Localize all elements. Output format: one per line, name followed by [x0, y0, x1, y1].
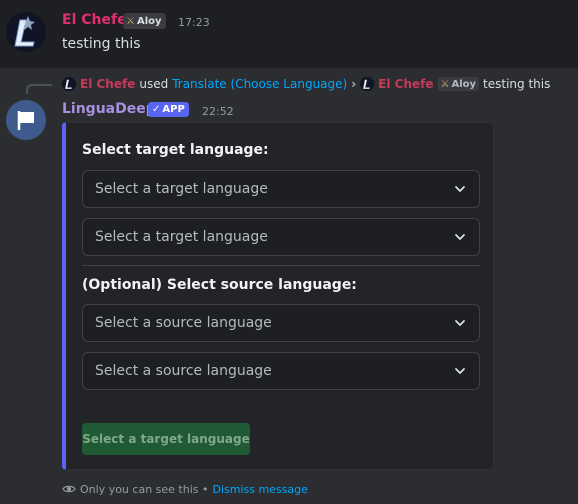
reply-author[interactable]: El Chefe [80, 77, 135, 91]
submit-button[interactable]: Select a target language [82, 423, 250, 455]
message-timestamp: 17:23 [178, 16, 210, 29]
logo-l-icon [6, 12, 46, 52]
user-avatar[interactable] [6, 12, 46, 52]
ephemeral-text: Only you can see this • [80, 482, 209, 496]
select-placeholder: Select a target language [95, 229, 268, 245]
bot-avatar[interactable] [6, 100, 46, 140]
reply-content: testing this [483, 77, 551, 91]
source-language-select-1[interactable]: Select a source language [82, 304, 480, 342]
source-language-title: (Optional) Select source language: [82, 277, 357, 293]
reply-avatar [62, 77, 76, 91]
chevron-down-icon [455, 320, 465, 326]
embed-divider [82, 265, 480, 266]
chevron-down-icon [455, 368, 465, 374]
sword-icon: ⚔ [126, 15, 135, 27]
message-content: testing this [62, 36, 141, 52]
reply-server-tag[interactable]: ⚔ Aloy [437, 77, 480, 91]
reply-separator: › [351, 77, 357, 91]
eye-icon [62, 485, 76, 493]
logo-l-icon [62, 77, 76, 91]
target-language-select-2[interactable]: Select a target language [82, 218, 480, 256]
app-badge-label: APP [162, 104, 185, 115]
reply-connector [26, 84, 52, 94]
bot-name[interactable]: LinguaDeep [62, 101, 156, 117]
source-language-select-2[interactable]: Select a source language [82, 352, 480, 390]
reply-server-tag-label: Aloy [451, 78, 477, 90]
language-embed: Select target language: Select a target … [62, 122, 494, 470]
select-placeholder: Select a target language [95, 181, 268, 197]
user-message: El Chefe ⚔ Aloy 17:23 testing this [0, 0, 578, 68]
message-author[interactable]: El Chefe [62, 12, 127, 28]
logo-l-icon [360, 77, 375, 91]
target-language-title: Select target language: [82, 142, 269, 158]
server-tag[interactable]: ⚔ Aloy [123, 13, 166, 29]
reply-avatar-2 [360, 77, 375, 91]
reply-reference[interactable]: El Chefe used Translate (Choose Language… [62, 77, 550, 91]
select-placeholder: Select a source language [95, 363, 272, 379]
chevron-down-icon [455, 234, 465, 240]
dismiss-message-link[interactable]: Dismiss message [212, 483, 307, 496]
reply-command-link[interactable]: Translate (Choose Language) [172, 77, 347, 91]
app-badge: ✓ APP [148, 102, 189, 117]
chevron-down-icon [455, 186, 465, 192]
flag-icon [6, 100, 46, 140]
reply-used-text: used [139, 77, 169, 91]
select-placeholder: Select a source language [95, 315, 272, 331]
server-tag-label: Aloy [136, 15, 162, 27]
reply-tag-author[interactable]: El Chefe [378, 77, 433, 91]
sword-icon: ⚔ [440, 78, 450, 90]
checkmark-icon: ✓ [152, 104, 161, 115]
target-language-select-1[interactable]: Select a target language [82, 170, 480, 208]
ephemeral-notice: Only you can see this • Dismiss message [62, 482, 308, 496]
bot-timestamp: 22:52 [202, 105, 234, 118]
